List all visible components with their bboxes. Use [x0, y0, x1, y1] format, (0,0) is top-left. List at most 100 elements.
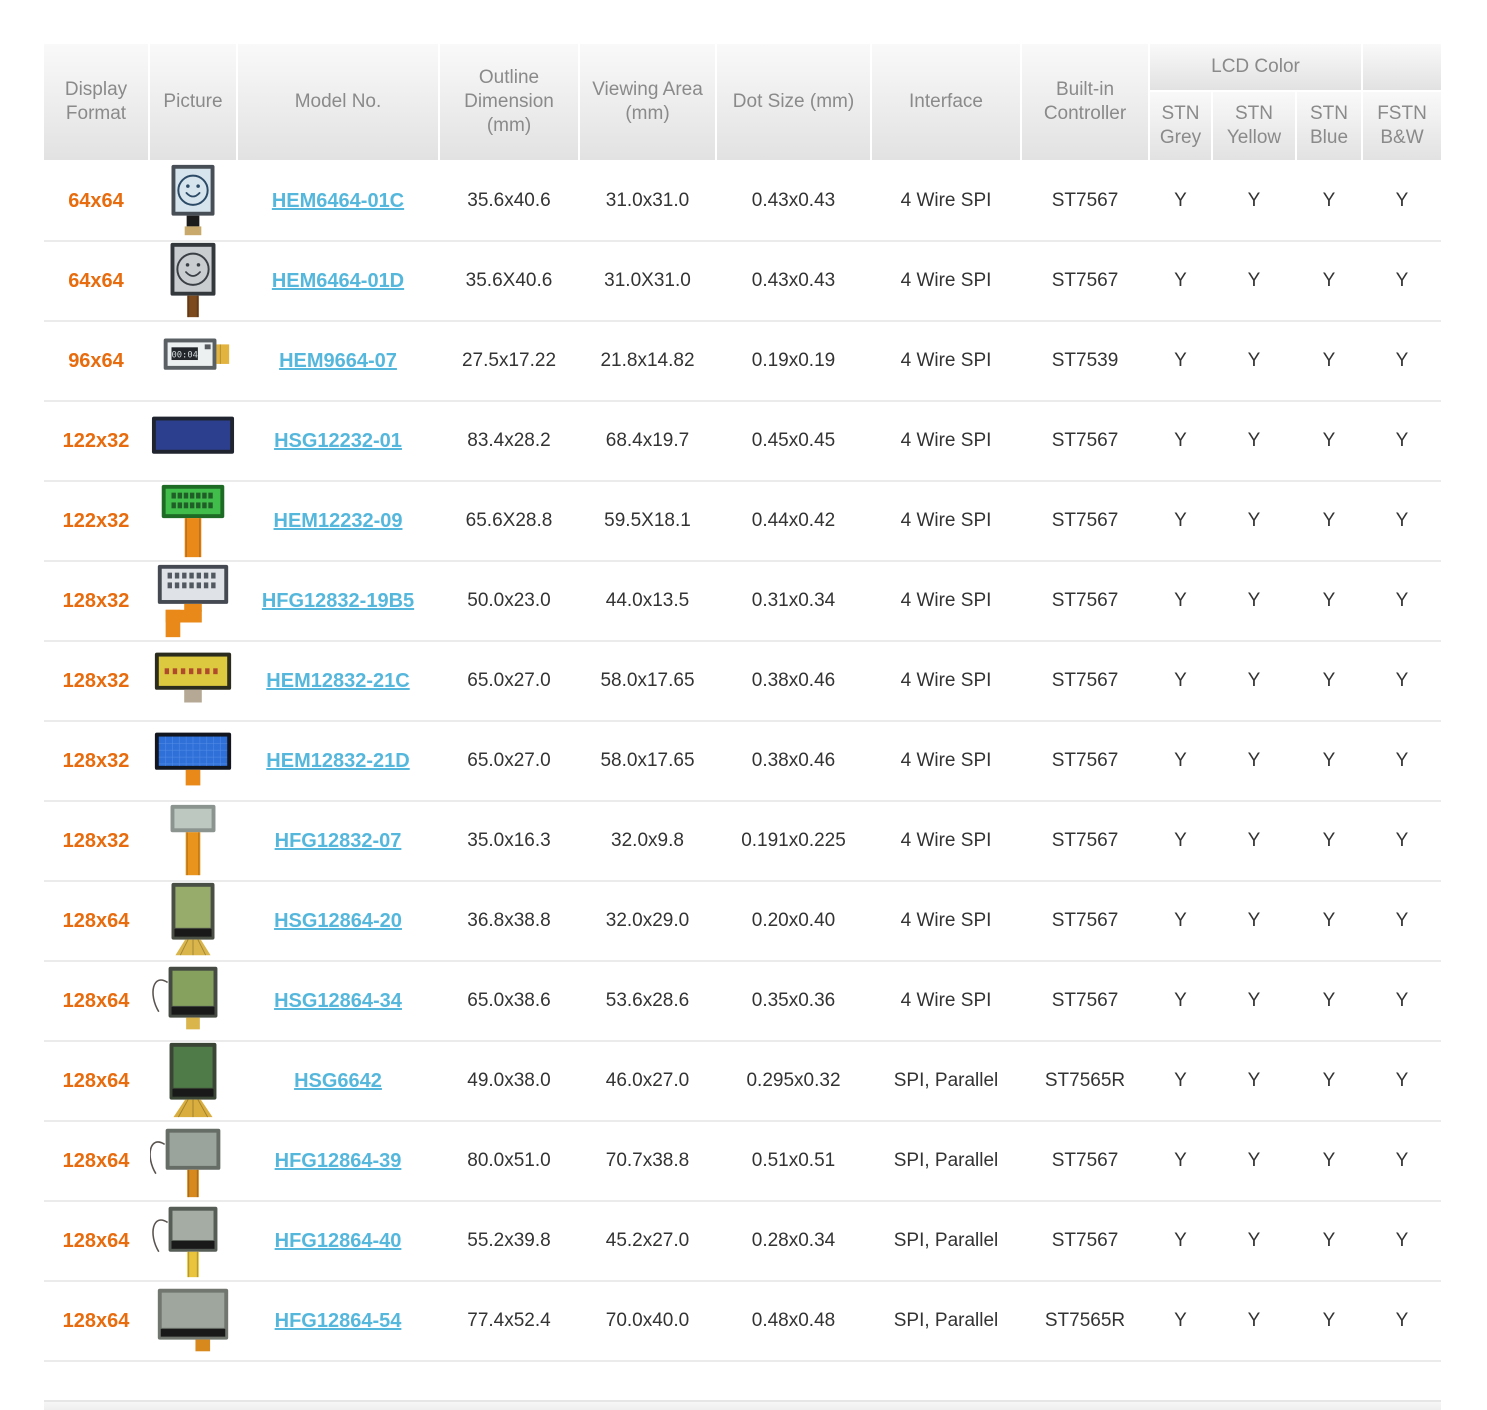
model-link[interactable]: HEM12232-09 — [274, 510, 403, 532]
table-row: 128x64 HSG12864-34 65.0x38.6 53.6x28.6 0.35x… — [44, 962, 1441, 1042]
stn-yellow-flag: Y — [1247, 190, 1261, 211]
interface-cell: 4 Wire SPI — [900, 830, 992, 851]
stn-blue-flag: Y — [1322, 1310, 1336, 1331]
picture-cell — [150, 802, 236, 880]
fstn-bw-flag: Y — [1395, 750, 1409, 771]
stn-blue-flag: Y — [1322, 990, 1336, 1011]
model-link[interactable]: HSG12864-20 — [274, 910, 402, 932]
stn-grey-flag: Y — [1174, 670, 1187, 691]
col-header-built-in-controller: Built-in Controller — [1022, 44, 1148, 160]
viewing-area-cell: 32.0x29.0 — [605, 910, 690, 931]
viewing-area-cell: 70.0x40.0 — [605, 1310, 690, 1331]
model-link[interactable]: HFG12832-07 — [275, 830, 402, 852]
picture-cell — [150, 402, 236, 480]
hem9664-07-photo: 00:04 — [163, 338, 230, 370]
col-header-picture: Picture — [150, 44, 236, 160]
stn-grey-flag: Y — [1174, 750, 1187, 771]
model-cell: HEM12232-09 — [238, 510, 438, 533]
stn-blue-flag: Y — [1322, 270, 1336, 291]
dot-size-cell: 0.28x0.34 — [751, 1230, 836, 1251]
table-row: 128x64 HFG12864-39 80.0x51.0 70.7x38.8 0.51x… — [44, 1122, 1441, 1202]
model-link[interactable]: HEM6464-01C — [272, 190, 404, 212]
outline-dimension-cell: 49.0x38.0 — [467, 1070, 551, 1091]
viewing-area-cell: 44.0x13.5 — [605, 590, 690, 611]
dot-size-cell: 0.20x0.40 — [751, 910, 836, 931]
model-link[interactable]: HEM6464-01D — [272, 270, 404, 292]
model-link[interactable]: HSG12232-01 — [274, 430, 402, 452]
col-header-model-no: Model No. — [238, 44, 438, 160]
table-row: 128x32 HEM12832-21D 65.0x27.0 58.0x17.65 0.3… — [44, 722, 1441, 802]
model-link[interactable]: HFG12832-19B5 — [262, 590, 414, 612]
interface-cell: 4 Wire SPI — [900, 510, 992, 531]
hfg12832-19b5-photo — [157, 564, 229, 638]
outline-dimension-cell: 27.5x17.22 — [461, 350, 557, 371]
picture-cell — [150, 962, 236, 1040]
controller-cell: ST7567 — [1051, 910, 1119, 931]
model-link[interactable]: HFG12864-54 — [275, 1310, 402, 1332]
model-link[interactable]: HEM12832-21D — [266, 750, 409, 772]
viewing-area-cell: 31.0x31.0 — [605, 190, 690, 211]
model-link[interactable]: HFG12864-39 — [275, 1150, 402, 1172]
viewing-area-cell: 32.0x9.8 — [611, 830, 684, 851]
model-link[interactable]: HSG12864-34 — [274, 990, 402, 1012]
model-cell: HFG12864-39 — [238, 1150, 438, 1173]
viewing-area-cell: 45.2x27.0 — [605, 1230, 690, 1251]
picture-cell — [150, 1122, 236, 1200]
table-row: 128x64 HFG12864-54 77.4x52.4 70.0x40.0 0.48x… — [44, 1282, 1441, 1362]
hsg12864-20-photo — [171, 882, 215, 956]
outline-dimension-cell: 36.8x38.8 — [467, 910, 551, 931]
col-header-lcd-color-group: LCD Color — [1150, 44, 1361, 90]
outline-dimension-cell: 65.0x27.0 — [467, 750, 551, 771]
interface-cell: 4 Wire SPI — [900, 270, 992, 291]
model-link[interactable]: HSG6642 — [294, 1070, 382, 1092]
display-format-cell: 64x64 — [68, 189, 124, 212]
hfg12864-54-photo — [157, 1288, 229, 1352]
model-link[interactable]: HEM9664-07 — [279, 350, 397, 372]
display-format-cell: 96x64 — [68, 349, 124, 372]
stn-yellow-flag: Y — [1247, 270, 1261, 291]
fstn-bw-flag: Y — [1395, 510, 1409, 531]
picture-cell — [150, 242, 236, 320]
fstn-bw-flag: Y — [1395, 190, 1409, 211]
hem6464-01c-photo — [171, 164, 215, 236]
controller-cell: ST7567 — [1051, 1230, 1119, 1251]
stn-grey-flag: Y — [1174, 1150, 1187, 1171]
stn-blue-flag: Y — [1322, 830, 1336, 851]
display-format-cell: 128x64 — [62, 989, 130, 1012]
model-link[interactable]: HEM12832-21C — [266, 670, 409, 692]
outline-dimension-cell: 65.0x38.6 — [467, 990, 551, 1011]
col-header-fstn-bw: FSTN B&W — [1363, 92, 1441, 160]
interface-cell: 4 Wire SPI — [900, 350, 992, 371]
col-header-dot-size: Dot Size (mm) — [717, 44, 870, 160]
dot-size-cell: 0.45x0.45 — [751, 430, 836, 451]
model-cell: HSG6642 — [238, 1070, 438, 1093]
table-row: 122x32 HSG12232-01 83.4x28.2 68.4x19.7 0.45x… — [44, 402, 1441, 482]
stn-grey-flag: Y — [1174, 590, 1187, 611]
display-format-cell: 64x64 — [68, 269, 124, 292]
model-cell: HEM12832-21C — [238, 670, 438, 693]
interface-cell: SPI, Parallel — [893, 1230, 999, 1251]
model-cell: HSG12864-20 — [238, 910, 438, 933]
model-link[interactable]: HFG12864-40 — [275, 1230, 402, 1252]
viewing-area-cell: 58.0x17.65 — [600, 750, 695, 771]
dot-size-cell: 0.43x0.43 — [751, 270, 836, 291]
picture-cell — [150, 162, 236, 240]
empty-row — [44, 1362, 1441, 1402]
dot-size-cell: 0.31x0.34 — [751, 590, 836, 611]
stn-yellow-flag: Y — [1247, 1310, 1261, 1331]
dot-size-cell: 0.35x0.36 — [751, 990, 836, 1011]
model-cell: HEM9664-07 — [238, 350, 438, 373]
dot-size-cell: 0.44x0.42 — [751, 510, 836, 531]
table-row: 122x32 HEM12232-09 65.6X28.8 59.5X18.1 0.44x… — [44, 482, 1441, 562]
interface-cell: SPI, Parallel — [893, 1070, 999, 1091]
viewing-area-cell: 59.5X18.1 — [604, 510, 691, 531]
stn-blue-flag: Y — [1322, 750, 1336, 771]
stn-yellow-flag: Y — [1247, 590, 1261, 611]
fstn-bw-flag: Y — [1395, 590, 1409, 611]
dot-size-cell: 0.19x0.19 — [751, 350, 836, 371]
fstn-bw-flag: Y — [1395, 1310, 1409, 1331]
controller-cell: ST7567 — [1051, 990, 1119, 1011]
stn-grey-flag: Y — [1174, 510, 1187, 531]
lcd-module-table: Display Format Picture Model No. Outline… — [44, 44, 1441, 1410]
stn-blue-flag: Y — [1322, 430, 1336, 451]
